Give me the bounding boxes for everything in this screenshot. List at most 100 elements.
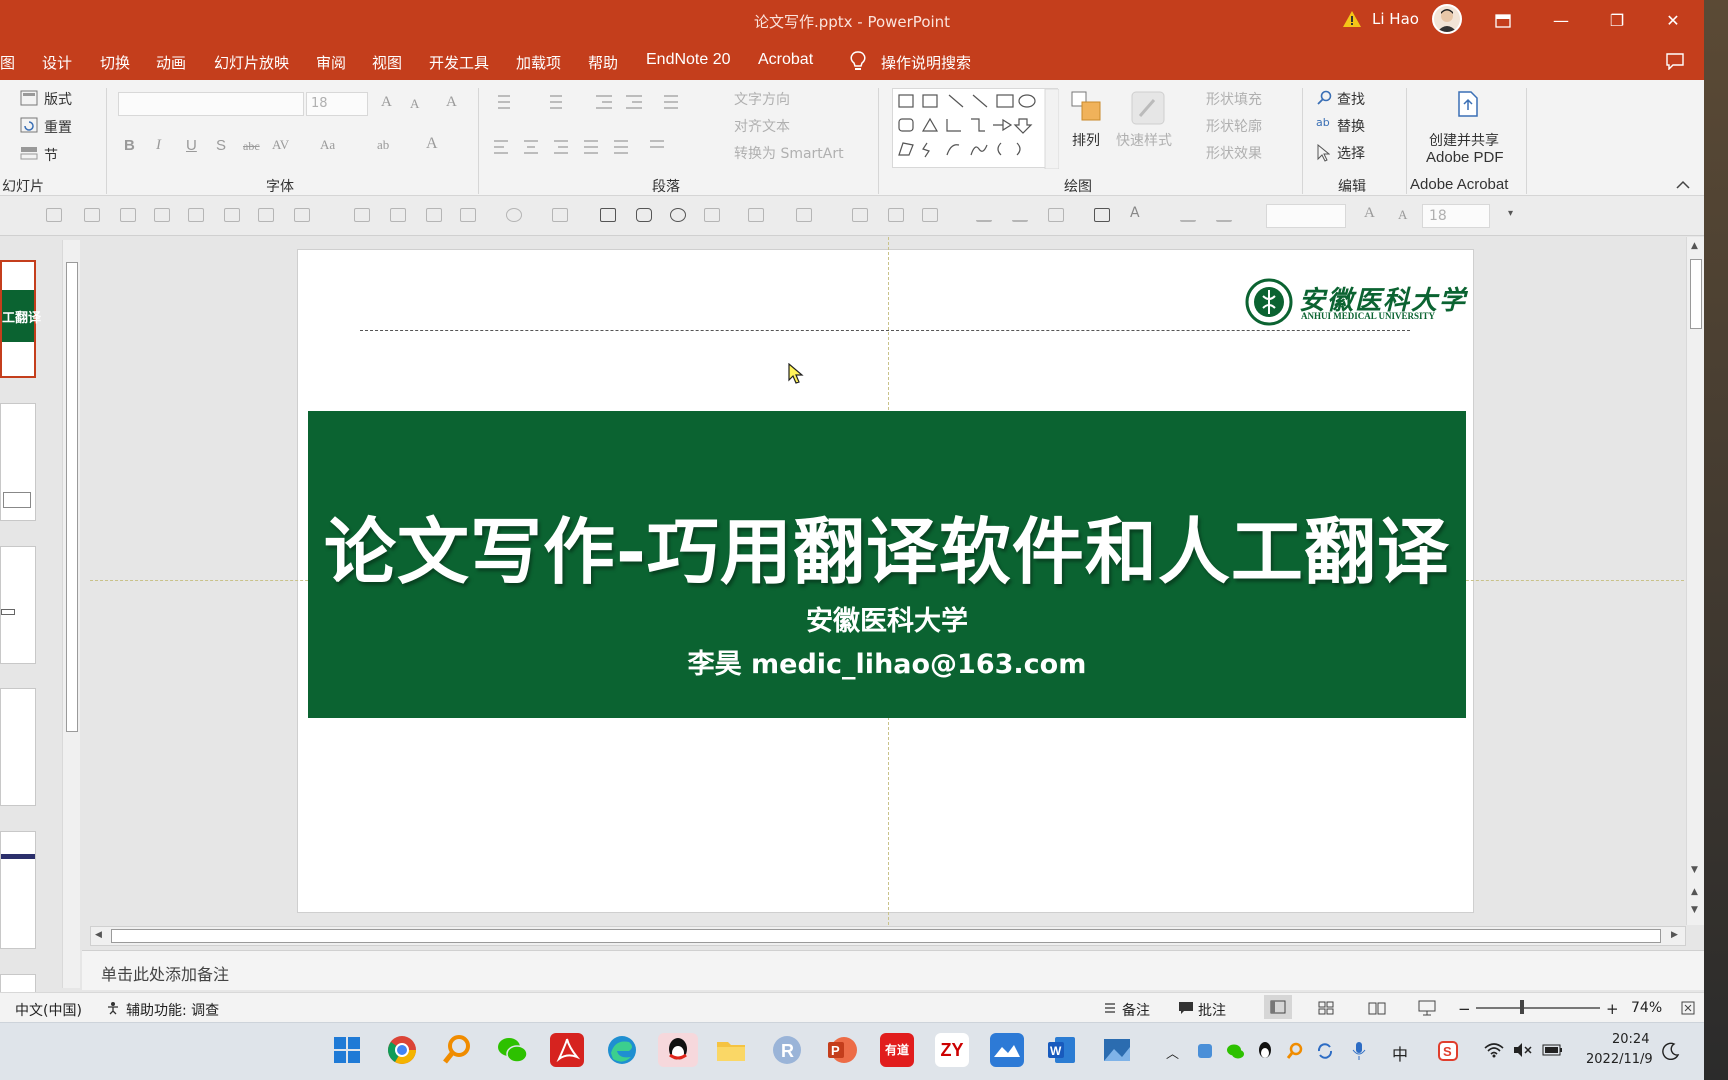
font-color-icon[interactable]: A bbox=[1130, 205, 1146, 222]
avatar[interactable] bbox=[1432, 4, 1462, 34]
wifi-icon[interactable] bbox=[1484, 1042, 1504, 1058]
reading-view-icon[interactable] bbox=[1368, 1001, 1386, 1015]
font-size-mini-input[interactable]: 18 bbox=[1422, 204, 1490, 228]
align-icon[interactable] bbox=[46, 208, 62, 222]
minimize-button[interactable]: — bbox=[1546, 6, 1576, 36]
slide-thumbnail[interactable] bbox=[0, 688, 36, 806]
align-icon[interactable] bbox=[188, 208, 204, 222]
scroll-up-icon[interactable]: ▲ bbox=[1691, 241, 1698, 251]
pen-icon[interactable] bbox=[1012, 208, 1028, 222]
scroll-thumb[interactable] bbox=[111, 929, 1661, 943]
file-explorer-icon[interactable] bbox=[714, 1033, 748, 1067]
bold-icon[interactable]: B bbox=[124, 137, 135, 154]
char-spacing-icon[interactable]: AV bbox=[272, 137, 289, 153]
strikethrough-icon[interactable]: abc bbox=[243, 139, 260, 154]
tell-me-search[interactable]: 操作说明搜索 bbox=[881, 52, 971, 73]
next-slide-icon[interactable]: ▼ bbox=[1691, 905, 1698, 915]
tab-endnote[interactable]: EndNote 20 bbox=[646, 51, 731, 69]
search-tray-icon[interactable] bbox=[1286, 1042, 1304, 1060]
language-indicator[interactable]: 中文(中国) bbox=[15, 1000, 82, 1020]
align-text-button[interactable]: 对齐文本 bbox=[734, 116, 790, 136]
sync-icon[interactable] bbox=[1316, 1042, 1334, 1060]
scroll-left-icon[interactable]: ◀ bbox=[95, 930, 102, 940]
slide-subtitle-author[interactable]: 李昊 medic_lihao@163.com bbox=[308, 642, 1466, 681]
tab-help[interactable]: 帮助 bbox=[588, 52, 618, 73]
customize-toolbar-icon[interactable]: ▾ bbox=[1508, 208, 1513, 219]
font-name-mini-input[interactable] bbox=[1266, 204, 1346, 228]
shrink-font-icon[interactable]: A bbox=[1398, 207, 1407, 223]
slide-thumbnail[interactable] bbox=[0, 546, 36, 664]
microphone-icon[interactable] bbox=[1352, 1041, 1366, 1061]
arrange-button[interactable]: 排列 bbox=[1072, 130, 1100, 150]
ungroup-icon[interactable] bbox=[390, 208, 406, 222]
pictures-icon[interactable] bbox=[1100, 1033, 1134, 1067]
windows-start-icon[interactable] bbox=[330, 1033, 364, 1067]
list-icons[interactable] bbox=[492, 92, 682, 112]
thumbnails-scrollbar[interactable] bbox=[62, 240, 80, 988]
wechat-icon[interactable] bbox=[495, 1033, 529, 1067]
grow-font-icon[interactable]: A bbox=[381, 94, 392, 111]
fill-icon[interactable] bbox=[1048, 208, 1064, 222]
slide-vertical-scrollbar[interactable]: ▲ ▼ ▲ ▼ bbox=[1686, 237, 1704, 925]
notes-placeholder[interactable]: 单击此处添加备注 bbox=[101, 961, 229, 985]
shape-icon[interactable] bbox=[704, 208, 720, 222]
align-icon[interactable] bbox=[224, 208, 240, 222]
convert-smartart-button[interactable]: 转换为 SmartArt bbox=[734, 143, 844, 163]
notes-pane[interactable]: 单击此处添加备注 bbox=[82, 950, 1704, 990]
comments-icon[interactable] bbox=[1665, 52, 1685, 70]
align-icon[interactable] bbox=[84, 208, 100, 222]
word-icon[interactable]: W bbox=[1045, 1033, 1079, 1067]
slide-horizontal-scrollbar[interactable]: ◀ ▶ bbox=[90, 926, 1686, 946]
highlight-icon[interactable]: ab bbox=[377, 137, 389, 153]
italic-icon[interactable]: I bbox=[156, 137, 161, 154]
shape-fill-button[interactable]: 形状填充 bbox=[1206, 89, 1262, 109]
rounded-rectangle-icon[interactable] bbox=[636, 208, 652, 222]
edit-shape-icon[interactable] bbox=[552, 208, 568, 222]
normal-view-button[interactable] bbox=[1264, 995, 1292, 1019]
font-color-icon[interactable]: A bbox=[426, 135, 438, 153]
tab-transitions[interactable]: 切换 bbox=[100, 52, 130, 73]
tab-slideshow[interactable]: 幻灯片放映 bbox=[214, 52, 289, 73]
reset-button[interactable]: 重置 bbox=[44, 117, 72, 137]
qq-icon[interactable] bbox=[658, 1033, 698, 1067]
shrink-font-icon[interactable]: A bbox=[410, 96, 419, 112]
align-icon[interactable] bbox=[258, 208, 274, 222]
warning-icon[interactable] bbox=[1342, 9, 1362, 29]
slide-thumbnail[interactable] bbox=[0, 974, 36, 994]
tab-acrobat[interactable]: Acrobat bbox=[758, 51, 813, 69]
align-icon[interactable] bbox=[120, 208, 136, 222]
zoom-level[interactable]: 74% bbox=[1631, 1000, 1662, 1016]
grow-font-icon[interactable]: A bbox=[1364, 205, 1375, 222]
picture-icon[interactable] bbox=[922, 208, 938, 222]
slide-title[interactable]: 论文写作-巧用翻译软件和人工翻译 bbox=[308, 493, 1466, 598]
title-banner[interactable]: 论文写作-巧用翻译软件和人工翻译 安徽医科大学 李昊 medic_lihao@1… bbox=[308, 411, 1466, 718]
notes-toggle-button[interactable]: 备注 bbox=[1122, 1000, 1150, 1020]
scroll-down-icon[interactable]: ▼ bbox=[1691, 865, 1698, 875]
find-button[interactable]: 查找 bbox=[1337, 89, 1365, 109]
zoom-out-button[interactable]: − bbox=[1458, 1000, 1471, 1018]
volume-muted-icon[interactable] bbox=[1512, 1042, 1532, 1058]
tab-view[interactable]: 视图 bbox=[372, 52, 402, 73]
textbox-icon[interactable] bbox=[1094, 208, 1110, 222]
powerpoint-icon[interactable]: P bbox=[825, 1033, 859, 1067]
close-button[interactable]: ✕ bbox=[1658, 6, 1688, 36]
tab-insert[interactable]: 图 bbox=[0, 52, 15, 73]
create-share-label[interactable]: 创建并共享 bbox=[1429, 130, 1499, 150]
quick-styles-button[interactable]: 快速样式 bbox=[1116, 130, 1172, 150]
clock-date[interactable]: 2022/11/9 bbox=[1586, 1052, 1653, 1067]
align-icon[interactable] bbox=[154, 208, 170, 222]
chrome-icon[interactable] bbox=[385, 1033, 419, 1067]
restore-button[interactable]: ❐ bbox=[1602, 6, 1632, 36]
shape-icon[interactable] bbox=[748, 208, 764, 222]
battery-icon[interactable] bbox=[1542, 1042, 1564, 1058]
highlighter-icon[interactable] bbox=[1216, 208, 1232, 222]
font-size-input[interactable]: 18 bbox=[306, 92, 368, 116]
zoom-slider[interactable] bbox=[1476, 1007, 1600, 1009]
rotate-icon[interactable] bbox=[796, 208, 812, 222]
slide-thumbnail[interactable]: 工翻译 bbox=[0, 260, 41, 378]
tab-animations[interactable]: 动画 bbox=[156, 52, 186, 73]
replace-button[interactable]: 替换 bbox=[1337, 116, 1365, 136]
align-icon[interactable] bbox=[294, 208, 310, 222]
user-name[interactable]: Li Hao bbox=[1372, 10, 1419, 28]
slide-thumbnail[interactable] bbox=[0, 403, 36, 521]
